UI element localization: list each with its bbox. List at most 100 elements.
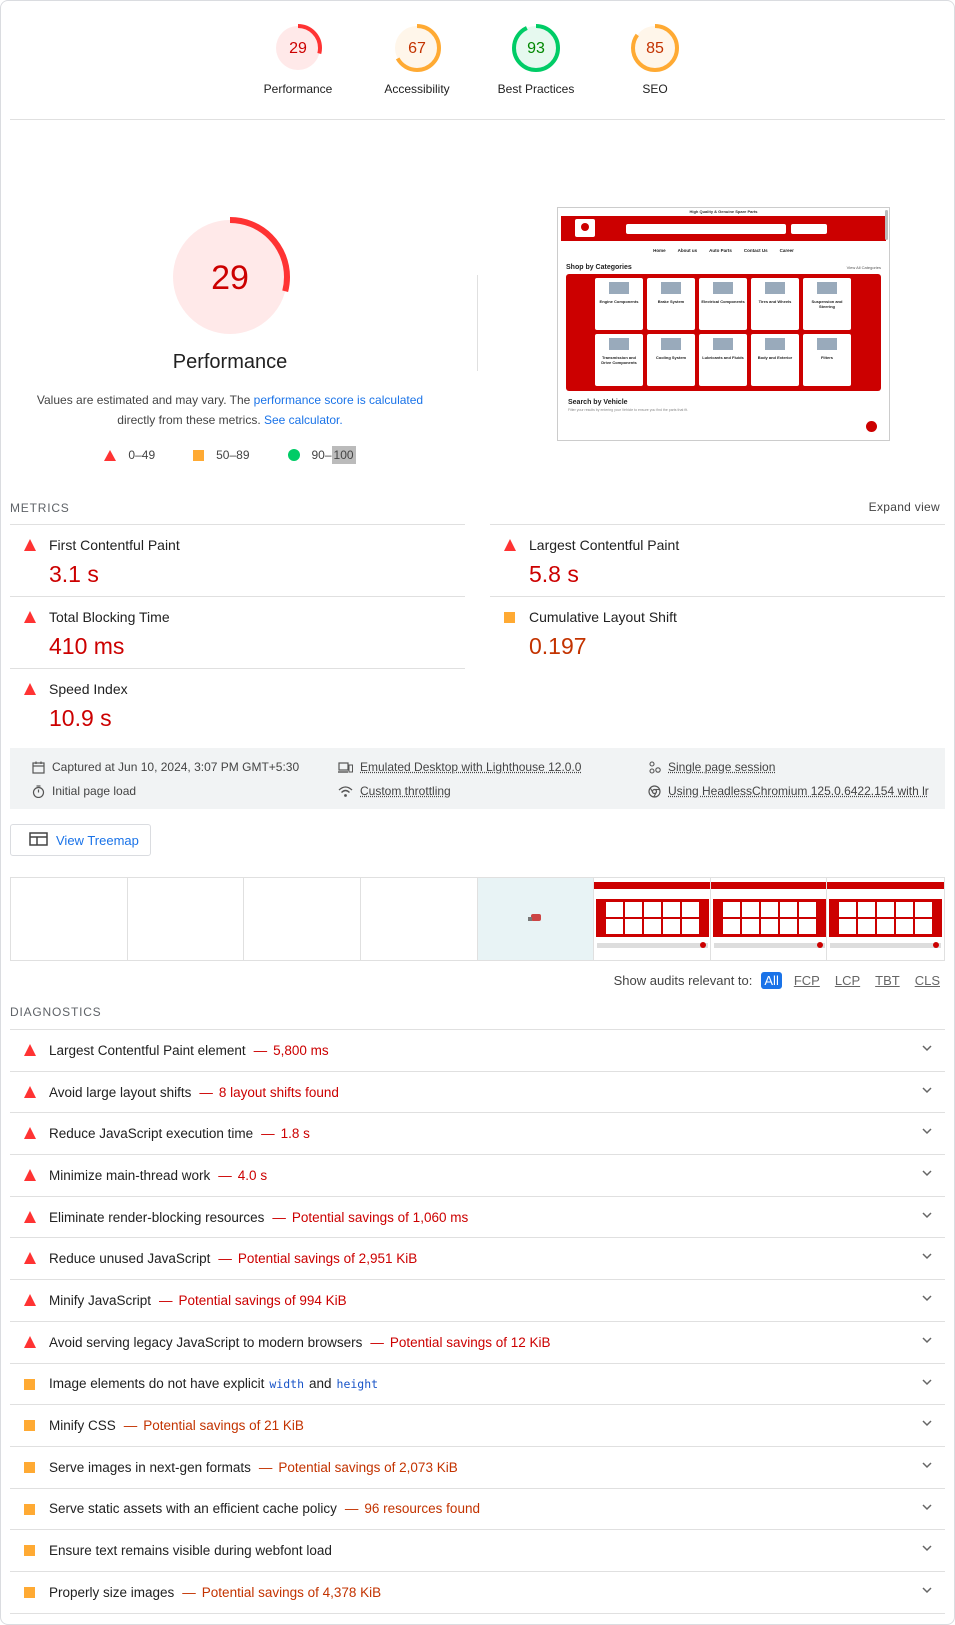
- audit-dash: —: [370, 1334, 384, 1350]
- gauge-seo[interactable]: 85 SEO: [595, 22, 715, 96]
- filter-chip-all[interactable]: All: [761, 972, 782, 989]
- view-treemap-button[interactable]: View Treemap: [10, 824, 151, 856]
- metric-value: 410 ms: [49, 633, 125, 659]
- filter-chip-lcp[interactable]: LCP: [832, 972, 863, 989]
- filter-chip-fcp[interactable]: FCP: [791, 972, 823, 989]
- runtime-settings: Captured at Jun 10, 2024, 3:07 PM GMT+5:…: [10, 748, 945, 809]
- chevron-down-icon[interactable]: [921, 1209, 933, 1224]
- gauge-best-practices[interactable]: 93 Best Practices: [476, 22, 596, 96]
- thumb-location: [791, 224, 827, 234]
- audit-row[interactable]: Largest Contentful Paint element — 5,800 m…: [10, 1029, 945, 1071]
- diagnostics-title: DIAGNOSTICS: [10, 1005, 102, 1019]
- chevron-down-icon[interactable]: [921, 1584, 933, 1599]
- audit-title: Eliminate render-blocking resources: [49, 1209, 265, 1225]
- chevron-down-icon[interactable]: [921, 1125, 933, 1140]
- audit-row[interactable]: Ensure text remains visible during webfo…: [10, 1529, 945, 1571]
- metric-lcp: Largest Contentful Paint 5.8 s: [490, 524, 945, 596]
- see-calculator-link[interactable]: See calculator.: [264, 413, 343, 427]
- chevron-down-icon[interactable]: [921, 1459, 933, 1474]
- thumb-nav-item: About us: [677, 248, 698, 253]
- gauge-accessibility[interactable]: 67 Accessibility: [357, 22, 477, 96]
- throttling-text: Custom throttling: [360, 784, 451, 798]
- filter-chip-cls[interactable]: CLS: [912, 972, 943, 989]
- audit-title: and: [309, 1376, 332, 1392]
- audit-dash: —: [218, 1167, 232, 1183]
- chevron-down-icon[interactable]: [921, 1417, 933, 1432]
- audit-dash: —: [261, 1126, 275, 1142]
- chevron-down-icon[interactable]: [921, 1042, 933, 1057]
- performance-description: Values are estimated and may vary. The p…: [30, 390, 430, 430]
- final-screenshot[interactable]: High Quality & Genuine Spare Parts Home …: [557, 207, 890, 441]
- audit-row[interactable]: Minimize main-thread work — 4.0 s: [10, 1154, 945, 1196]
- chevron-down-icon[interactable]: [921, 1334, 933, 1349]
- chevron-down-icon[interactable]: [921, 1292, 933, 1307]
- film-frame: [594, 878, 711, 960]
- session-text: Single page session: [668, 760, 776, 774]
- captured-text: Captured at Jun 10, 2024, 3:07 PM GMT+5:…: [52, 760, 300, 774]
- audit-dash: —: [258, 1459, 273, 1475]
- audit-row[interactable]: Eliminate render-blocking resources — Pote…: [10, 1195, 945, 1238]
- session-info[interactable]: Single page session: [648, 760, 775, 774]
- audit-row[interactable]: Reduce unused JavaScript — Potential savin…: [10, 1237, 945, 1279]
- average-square-icon: [24, 1461, 35, 1473]
- gauge-ring: 93: [512, 24, 560, 72]
- legend-range: 90–: [311, 448, 332, 462]
- throttling-info[interactable]: Custom throttling: [338, 784, 451, 798]
- chevron-down-icon[interactable]: [921, 1376, 933, 1391]
- audit-row[interactable]: Serve static assets with an efficient ca…: [10, 1487, 945, 1530]
- audit-row[interactable]: Avoid serving legacy JavaScript to moder…: [10, 1320, 945, 1363]
- audit-display-value: Potential savings of 12 KiB: [389, 1334, 551, 1350]
- thumb-card: Lubricants and Fluids: [699, 334, 747, 386]
- audit-dash: —: [123, 1418, 138, 1434]
- audit-row[interactable]: Minify JavaScript — Potential savings of 9…: [10, 1279, 945, 1321]
- filmstrip: [10, 877, 945, 961]
- chevron-down-icon[interactable]: [921, 1084, 933, 1099]
- audit-title: Image elements do not have explicit: [49, 1376, 265, 1392]
- expand-view-toggle[interactable]: Expand view: [869, 500, 940, 514]
- thumb-card: Suspension and Steering: [803, 278, 851, 330]
- car-icon: [527, 914, 541, 921]
- legend-range: 0–49: [128, 448, 156, 462]
- audit-row[interactable]: Reduce JavaScript execution time — 1.8 s: [10, 1112, 945, 1154]
- metric-value: 5.8 s: [529, 561, 579, 587]
- metric-value: 3.1 s: [49, 561, 99, 587]
- audit-title: Properly size images: [49, 1584, 175, 1600]
- chat-icon: [866, 421, 877, 432]
- fail-triangle-icon: [104, 449, 117, 461]
- device-info[interactable]: Emulated Desktop with Lighthouse 12.0.0: [338, 760, 581, 774]
- thumb-nav-item: Career: [779, 248, 794, 253]
- audit-row[interactable]: Image elements do not have explicit width…: [10, 1362, 945, 1405]
- fail-triangle-icon: [24, 1335, 36, 1348]
- metric-name: Cumulative Layout Shift: [529, 609, 677, 625]
- audit-row[interactable]: Serve images in next-gen formats — Potenti…: [10, 1445, 945, 1488]
- audit-row[interactable]: Properly size images — Potential savings o…: [10, 1570, 945, 1613]
- audit-dash: —: [182, 1584, 196, 1600]
- legend-average: 50–89: [193, 448, 250, 462]
- gauge-label: Accessibility: [384, 82, 450, 96]
- fail-triangle-icon: [24, 611, 36, 623]
- average-square-icon: [193, 449, 205, 461]
- audit-title: Minify CSS: [49, 1418, 116, 1434]
- thumb-card: Body and Exterior: [751, 334, 799, 386]
- gauge-performance[interactable]: 29 Performance: [238, 22, 358, 96]
- chevron-down-icon[interactable]: [921, 1501, 933, 1516]
- audit-title: Reduce unused JavaScript: [49, 1251, 211, 1267]
- filter-chip-tbt[interactable]: TBT: [872, 972, 903, 989]
- audit-row[interactable]: Minify CSS — Potential savings of 21 KiB: [10, 1404, 945, 1446]
- treemap-label: View Treemap: [56, 832, 139, 848]
- fail-triangle-icon: [24, 1127, 36, 1140]
- audit-display-value: Potential savings of 21 KiB: [143, 1418, 304, 1434]
- thumb-card: Transmission and Drive Components: [595, 334, 643, 386]
- film-frame: [127, 878, 245, 960]
- average-square-icon: [24, 1378, 35, 1390]
- chevron-down-icon[interactable]: [921, 1250, 933, 1265]
- chevron-down-icon[interactable]: [921, 1542, 933, 1557]
- audit-display-value: 4.0 s: [237, 1167, 268, 1183]
- audit-row[interactable]: Avoid large layout shifts — 8 layout shift…: [10, 1070, 945, 1113]
- score-calculated-link[interactable]: performance score is calculated: [254, 393, 423, 407]
- browser-text: Using HeadlessChromium 125.0.6422.154 wi…: [668, 784, 929, 798]
- chevron-down-icon[interactable]: [921, 1167, 933, 1182]
- audit-title: Avoid serving legacy JavaScript to moder…: [49, 1334, 363, 1350]
- thumb-shop-heading: Shop by Categories: [566, 264, 632, 271]
- browser-info[interactable]: Using HeadlessChromium 125.0.6422.154 wi…: [648, 784, 929, 798]
